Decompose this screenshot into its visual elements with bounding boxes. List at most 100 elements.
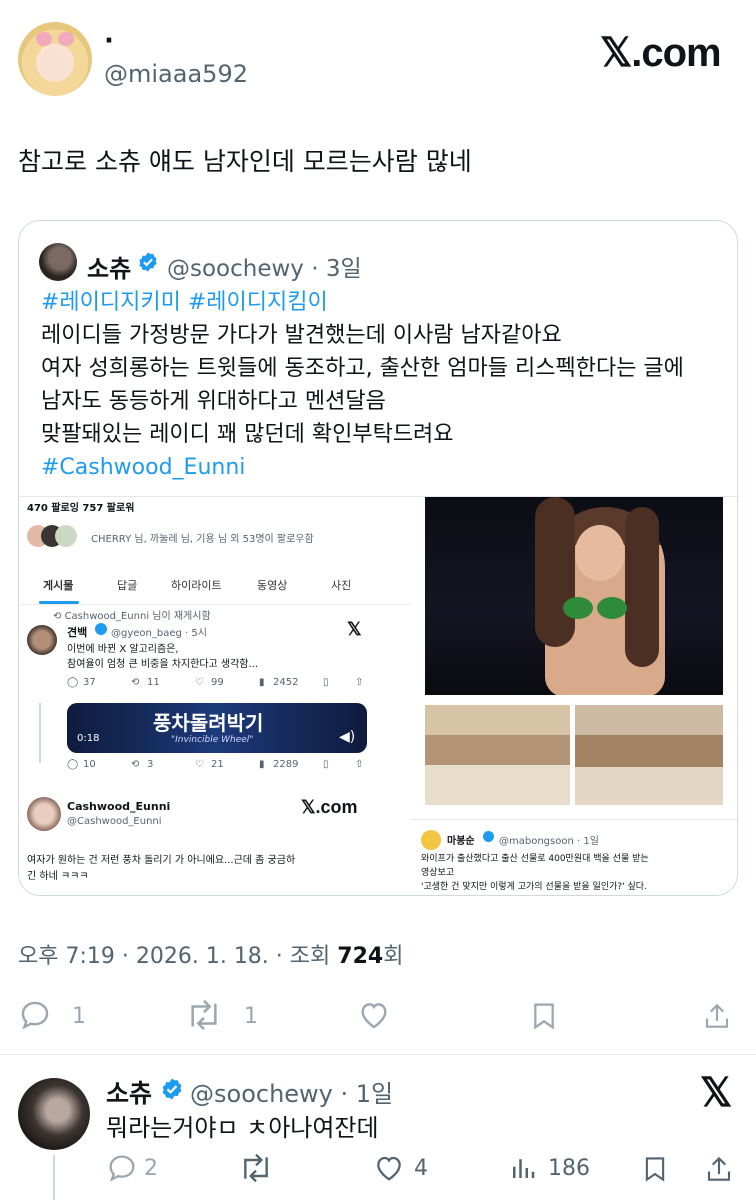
views-icon: ▮ — [259, 759, 265, 770]
follower-avatars — [27, 525, 87, 547]
tab-highlights[interactable]: 하이라이트 — [171, 577, 222, 593]
retweet-icon: ⟲ — [131, 759, 140, 770]
hotel-room-photo[interactable] — [425, 705, 570, 805]
post-text: 참여율이 엄청 큰 비중을 차지한다고 생각함... — [67, 659, 259, 670]
retweet-icon — [191, 999, 217, 1031]
retweet-count: 1 — [244, 1004, 258, 1029]
tab-photos[interactable]: 사진 — [331, 577, 351, 593]
reply-avatar[interactable] — [18, 1078, 90, 1150]
retweet-button[interactable] — [184, 998, 224, 1038]
quoted-tweet-card[interactable]: 소츄 @soochewy · 3일 #레이디지키미 #레이디지킴이 레이디들 가… — [18, 220, 738, 896]
display-name[interactable]: · — [104, 28, 114, 54]
user-handle[interactable]: @miaaa592 — [104, 60, 248, 88]
share-icon: ⇧ — [355, 677, 364, 688]
quote-hashtag-cashwood[interactable]: #Cashwood_Eunni — [41, 452, 245, 484]
x-logo-icon: 𝕏 — [700, 1071, 733, 1115]
mabong-avatar — [421, 830, 441, 850]
like-button[interactable] — [356, 998, 392, 1038]
tweet-meta: 오후 7:19 · 2026. 1. 18. · 조회 724회 — [18, 944, 404, 969]
like-count: 4 — [414, 1156, 428, 1181]
views-icon: ▮ — [259, 677, 265, 688]
x-logo: 𝕏.com — [600, 31, 722, 75]
quote-line: 여자 성희롱하는 트윗들에 동조하고, 출산한 엄마들 리스펙한다는 글에 — [41, 356, 684, 381]
video-player[interactable]: 풍차돌려박기 "Invincible Wheel" 0:18 ◀) — [67, 703, 367, 753]
photo[interactable] — [425, 497, 723, 695]
mabong-name: 마봉순 — [447, 836, 475, 847]
reply-text: 뭐라는거야ㅁ ㅊ아나여잔데 — [106, 1114, 379, 1142]
post-avatar[interactable] — [27, 625, 57, 655]
like-icon — [361, 1003, 387, 1029]
mabong-text: 와이프가 출산했다고 출산 선물로 400만원대 백을 선물 받는 — [421, 854, 649, 864]
embedded-screenshot-images[interactable]: 마봉순 @mabongsoon · 1일 와이프가 출산했다고 출산 선물로 4… — [411, 496, 737, 895]
cashwood-handle: @Cashwood_Eunni — [67, 816, 162, 827]
share-icon: ⇧ — [355, 759, 364, 770]
profile-tabs: 게시물 답글 하이라이트 동영상 사진 — [19, 565, 411, 605]
tweet-text: 참고로 소츄 얘도 남자인데 모르는사람 많네 — [18, 147, 472, 176]
verified-badge-icon — [162, 1078, 182, 1100]
share-icon — [707, 1156, 731, 1181]
embedded-tweet-mabong[interactable]: 마봉순 @mabongsoon · 1일 와이프가 출산했다고 출산 선물로 4… — [411, 819, 737, 895]
embedded-screenshot-profile[interactable]: 470 팔로잉 757 팔로워 CHERRY 님, 까눌레 님, 기용 님 외 … — [19, 496, 411, 895]
mabong-text: 영상보고 — [421, 868, 455, 878]
x-logo: 𝕏.com — [301, 797, 358, 817]
cashwood-name: Cashwood_Eunni — [67, 800, 171, 813]
verified-badge-icon — [95, 623, 107, 635]
mabong-text: '고생한 건 맞지만 이렇게 고가의 선물을 받을 일인가?' 싶다. — [421, 882, 647, 892]
mabong-handle: @mabongsoon · 1일 — [499, 836, 599, 847]
followed-by-text: CHERRY 님, 까눌레 님, 기용 님 외 53명이 팔로우함 — [91, 534, 314, 545]
views-count: 186 — [548, 1156, 590, 1181]
post-author: 견백 — [67, 626, 88, 639]
retweet-button[interactable] — [236, 1152, 276, 1190]
quote-line: 레이디들 가정방문 가다가 발견했는데 이사람 남자같아요 — [41, 323, 562, 348]
retweet-icon: ⟲ — [53, 611, 65, 622]
quote-handle: @soochewy · 3일 — [167, 256, 362, 282]
bookmark-icon — [534, 1003, 554, 1030]
follow-counts: 470 팔로잉 757 팔로워 — [27, 503, 135, 514]
quote-hashtags[interactable]: #레이디지키미 #레이디지킴이 — [41, 287, 328, 319]
bookmark-button[interactable] — [640, 1152, 670, 1192]
share-button[interactable] — [704, 1152, 734, 1192]
hotel-room-photo[interactable] — [575, 705, 723, 805]
bookmark-icon: ▯ — [323, 759, 329, 770]
reply-count: 2 — [144, 1156, 158, 1181]
tab-videos[interactable]: 동영상 — [257, 577, 287, 593]
like-button[interactable] — [372, 1152, 406, 1190]
reply-handle[interactable]: @soochewy · 1일 — [190, 1074, 393, 1109]
bookmark-icon — [645, 1157, 665, 1182]
views-button[interactable] — [508, 1152, 538, 1190]
x-logo-icon: 𝕏 — [347, 619, 362, 639]
post-handle: @gyeon_baeg · 5시 — [111, 628, 207, 639]
bookmark-button[interactable] — [528, 998, 560, 1040]
cashwood-text: 여자가 원하는 건 저런 풍차 돌리기 가 아니에요...근데 좀 궁금하 — [27, 855, 296, 866]
video-subtitle: "Invincible Wheel" — [171, 735, 254, 745]
share-icon — [705, 1003, 729, 1028]
verified-badge-icon — [139, 252, 157, 272]
verified-badge-icon — [483, 831, 494, 842]
cashwood-avatar — [27, 797, 61, 831]
quote-avatar — [39, 243, 77, 281]
tab-replies[interactable]: 답글 — [117, 577, 137, 593]
reply-display-name[interactable]: 소츄 — [106, 1074, 152, 1110]
mute-icon[interactable]: ◀) — [339, 729, 355, 745]
post-stats: ◯ 10 ⟲ 3 ♡ 21 ▮ 2289 ▯ ⇧ — [67, 759, 364, 770]
bookmark-icon: ▯ — [323, 677, 329, 688]
views-icon — [513, 1159, 535, 1178]
reply-icon — [109, 1155, 135, 1182]
share-button[interactable] — [702, 998, 732, 1040]
thread-line — [53, 1155, 55, 1200]
reply-button[interactable] — [106, 1152, 138, 1190]
tab-posts[interactable]: 게시물 — [43, 577, 73, 593]
avatar[interactable] — [18, 22, 92, 96]
video-title: 풍차돌려박기 — [153, 711, 264, 735]
reply-icon: ◯ — [67, 677, 79, 688]
video-time: 0:18 — [77, 733, 100, 744]
quote-line: 맞팔돼있는 레이디 꽤 많던데 확인부탁드려요 — [41, 422, 454, 447]
divider — [0, 1054, 756, 1055]
reply-button[interactable] — [18, 998, 52, 1038]
retweet-icon — [244, 1153, 268, 1183]
retweet-icon: ⟲ — [131, 677, 140, 688]
like-icon: ♡ — [195, 759, 204, 770]
post-text: 이번에 바뀐 X 알고리즘은, — [67, 644, 179, 655]
reply-count: 1 — [72, 1004, 86, 1029]
retweet-note: ⟲ Cashwood_Eunni 님이 재게시함 — [53, 611, 211, 622]
